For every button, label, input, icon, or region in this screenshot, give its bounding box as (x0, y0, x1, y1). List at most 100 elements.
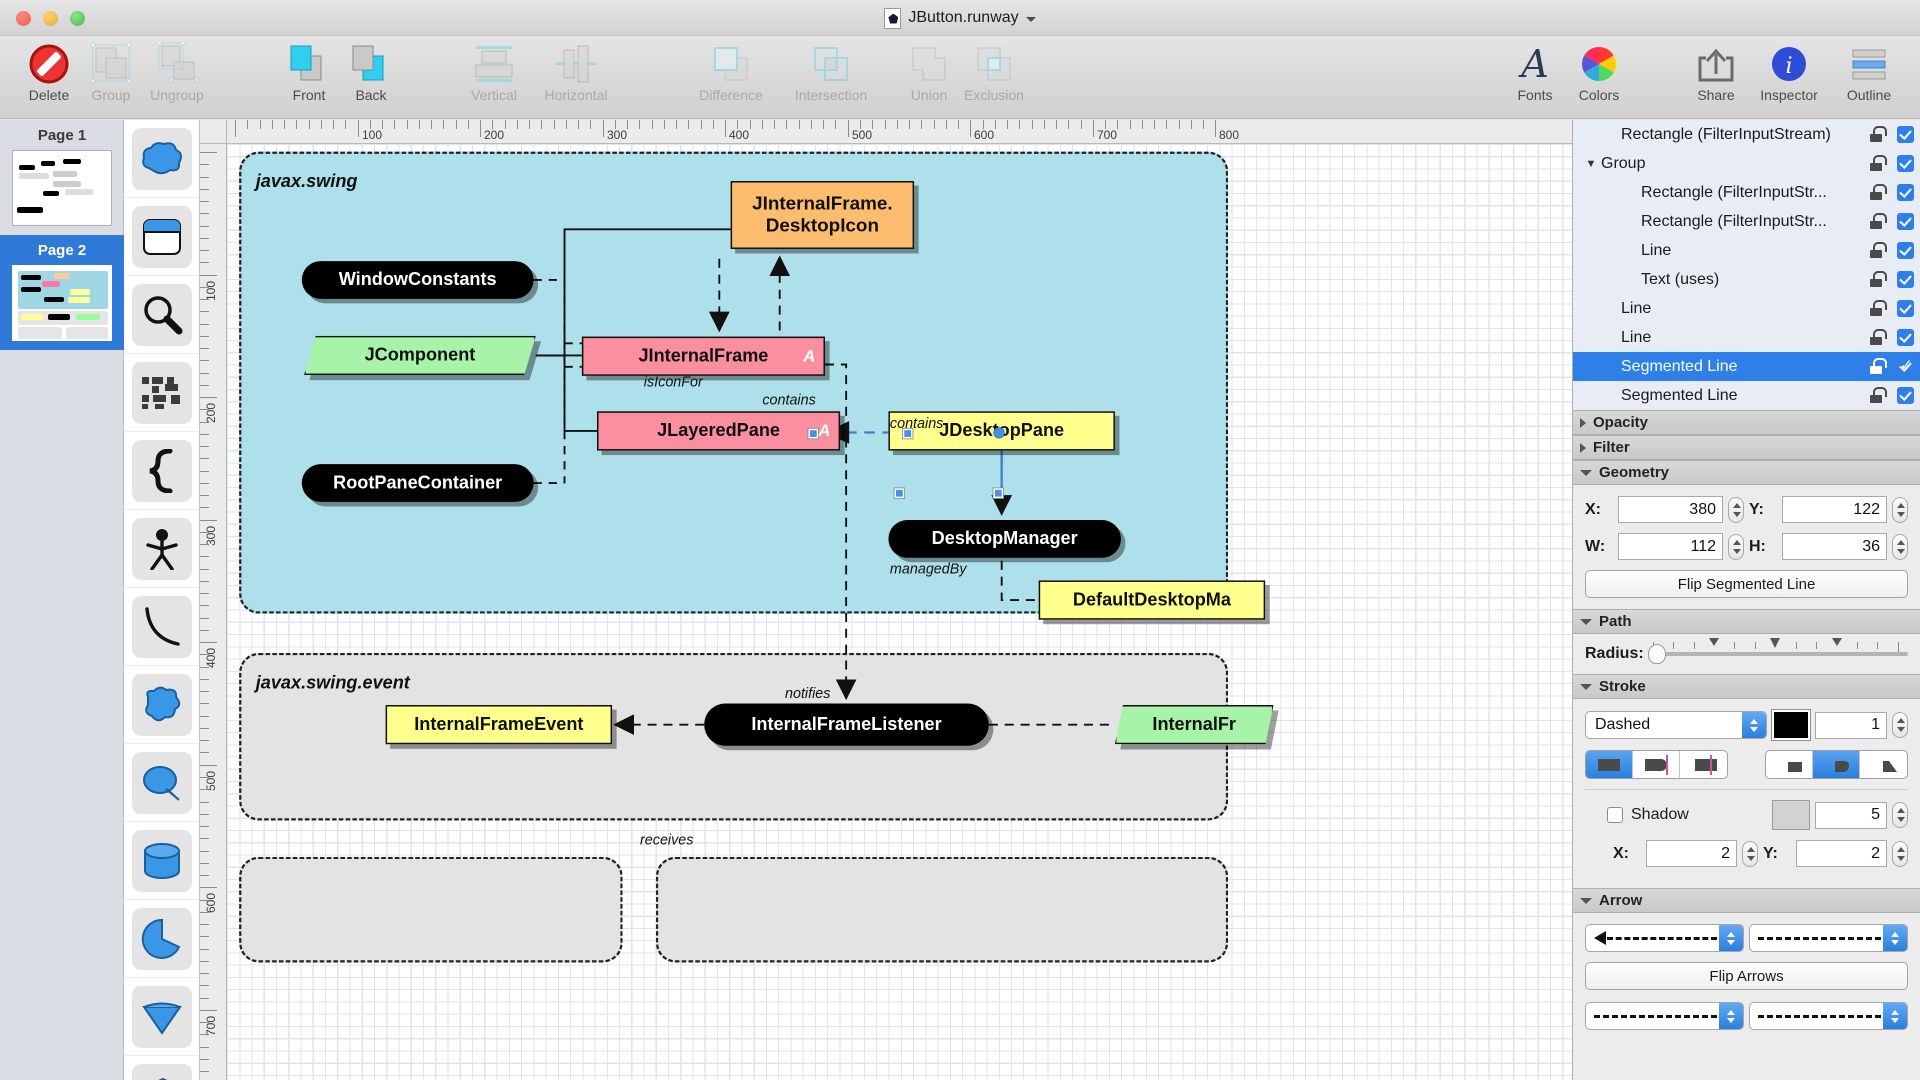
outline-row[interactable]: Text (uses) (1573, 265, 1920, 294)
outline-row[interactable]: Rectangle (FilterInputStr... (1573, 207, 1920, 236)
pie-shape-tool[interactable] (132, 908, 192, 970)
lock-icon[interactable] (1868, 185, 1885, 200)
line-cap-group[interactable] (1585, 750, 1728, 779)
magnifier-tool[interactable] (132, 284, 192, 346)
input-x[interactable]: 380 (1618, 496, 1723, 523)
outline-row[interactable]: Line (1573, 236, 1920, 265)
pixelate-tool[interactable] (132, 362, 192, 424)
diagram-node-internalfr[interactable]: InternalFr (1115, 705, 1274, 744)
stepper-h[interactable] (1892, 534, 1908, 560)
page-thumbnail-1[interactable] (12, 150, 112, 226)
outline-row[interactable]: Line (1573, 323, 1920, 352)
diagram-node-windowconstants[interactable]: WindowConstants (302, 261, 534, 299)
lock-icon[interactable] (1868, 359, 1885, 374)
page-thumbnail-2[interactable] (12, 265, 112, 341)
selection-handle[interactable] (903, 429, 913, 439)
shadow-toggle[interactable]: Shadow (1585, 806, 1767, 824)
toolbar-button-inspector[interactable]: iInspector (1750, 40, 1828, 116)
cloud-shape-tool[interactable] (132, 128, 192, 190)
toolbar-button-difference[interactable]: Difference (692, 40, 770, 116)
outline-layer-list[interactable]: Rectangle (FilterInputStream)▼GroupRecta… (1573, 120, 1920, 410)
page-item-1[interactable]: Page 1 (0, 120, 124, 235)
lock-icon[interactable] (1868, 301, 1885, 316)
cube-tool[interactable] (132, 1064, 192, 1080)
visibility-checkbox[interactable] (1897, 271, 1914, 288)
shadow-blur-stepper[interactable] (1892, 802, 1908, 828)
diagram-node-defaultdesktopma[interactable]: DefaultDesktopMa (1039, 580, 1266, 619)
toolbar-button-outline[interactable]: Outline (1830, 40, 1908, 116)
line-join-option-0[interactable] (1766, 751, 1813, 778)
arrow-start-style-select[interactable] (1585, 1002, 1744, 1030)
section-header-filter[interactable]: Filter (1573, 435, 1920, 460)
selection-handle[interactable] (993, 488, 1003, 498)
horizontal-ruler[interactable]: 100200300400500600700800 (227, 120, 1572, 144)
chevron-down-icon[interactable] (1026, 17, 1036, 22)
visibility-checkbox[interactable] (1897, 387, 1914, 404)
input-w[interactable]: 112 (1618, 533, 1723, 560)
line-join-option-2[interactable] (1860, 751, 1907, 778)
outline-row[interactable]: Line (1573, 294, 1920, 323)
toolbar-button-ungroup[interactable]: Ungroup (138, 40, 216, 116)
input-y[interactable]: 122 (1782, 496, 1887, 523)
outline-row[interactable]: Segmented Line (1573, 381, 1920, 410)
diagram-node-internalframelistener[interactable]: InternalFrameListener (704, 703, 989, 745)
diagram-node-internalframeevent[interactable]: InternalFrameEvent (386, 705, 612, 744)
outline-row[interactable]: ▼Group (1573, 149, 1920, 178)
outline-row[interactable]: Rectangle (FilterInputStr... (1573, 178, 1920, 207)
shadow-checkbox[interactable] (1607, 807, 1623, 823)
stroke-width-stepper[interactable] (1892, 712, 1908, 738)
toolbar-button-back[interactable]: Back (332, 40, 410, 116)
line-cap-option-2[interactable] (1680, 751, 1727, 778)
diagram-node-jcomponent[interactable]: JComponent (304, 336, 536, 375)
blob-shape-tool[interactable] (132, 674, 192, 736)
stepper-w[interactable] (1728, 534, 1744, 560)
section-header-path[interactable]: Path (1573, 609, 1920, 634)
input-shadow-y[interactable]: 2 (1796, 840, 1887, 867)
toolbar-button-colors[interactable]: Colors (1560, 40, 1638, 116)
stepper-y[interactable] (1892, 497, 1908, 523)
diagram-node-jinternalframe[interactable]: JInternalFrameA (582, 337, 825, 376)
section-header-opacity[interactable]: Opacity (1573, 410, 1920, 435)
visibility-checkbox[interactable] (1897, 213, 1914, 230)
visibility-checkbox[interactable] (1897, 329, 1914, 346)
toolbar-button-share[interactable]: Share (1677, 40, 1755, 116)
diagram-node-desktopmanager[interactable]: DesktopManager (888, 520, 1121, 558)
diagram-node-jinternalframe-desktopicon[interactable]: JInternalFrame. DesktopIcon (731, 181, 914, 249)
arc-tool[interactable] (132, 596, 192, 658)
selection-handle[interactable] (993, 427, 1004, 438)
flip-arrows-button[interactable]: Flip Arrows (1585, 962, 1908, 990)
vertical-ruler[interactable]: 100200300400500600700800900 (200, 144, 227, 1080)
stepper-x[interactable] (1728, 497, 1744, 523)
shadow-blur-input[interactable]: 5 (1815, 802, 1887, 829)
line-cap-option-0[interactable] (1586, 751, 1633, 778)
diagram-canvas[interactable]: javax.swingjavax.swing.eventWindowConsta… (227, 144, 1278, 969)
lock-icon[interactable] (1868, 156, 1885, 171)
outline-row[interactable]: Segmented Line✓ (1573, 352, 1920, 381)
radius-slider[interactable] (1653, 652, 1908, 656)
toolbar-button-exclusion[interactable]: Exclusion (955, 40, 1033, 116)
visibility-checkbox[interactable] (1897, 126, 1914, 143)
section-header-stroke[interactable]: Stroke (1573, 674, 1920, 699)
outline-row[interactable]: Rectangle (FilterInputStream) (1573, 120, 1920, 149)
diagram-node-jlayeredpane[interactable]: JLayeredPaneA (597, 411, 840, 450)
canvas-viewport[interactable]: javax.swingjavax.swing.eventWindowConsta… (227, 144, 1572, 1080)
stepper-shadow-y[interactable] (1892, 841, 1908, 867)
line-cap-option-1[interactable] (1633, 751, 1680, 778)
section-header-geometry[interactable]: Geometry (1573, 460, 1920, 485)
radius-slider-knob[interactable] (1648, 644, 1666, 664)
arrow-end-select[interactable] (1749, 924, 1908, 952)
stroke-width-input[interactable]: 1 (1815, 712, 1887, 739)
arrow-end-style-select[interactable] (1749, 1002, 1908, 1030)
stepper-shadow-x[interactable] (1742, 841, 1758, 867)
lock-icon[interactable] (1868, 272, 1885, 287)
visibility-checkbox[interactable] (1897, 155, 1914, 172)
stroke-style-select[interactable]: Dashed (1585, 711, 1767, 739)
window-shape-tool[interactable] (132, 206, 192, 268)
lock-icon[interactable] (1868, 388, 1885, 403)
page-item-2[interactable]: Page 2 (0, 235, 124, 350)
line-join-option-1[interactable] (1813, 751, 1860, 778)
diagram-node-rootpanecontainer[interactable]: RootPaneContainer (302, 464, 534, 502)
visibility-checkbox[interactable] (1897, 300, 1914, 317)
visibility-checkbox[interactable]: ✓ (1897, 358, 1914, 375)
input-shadow-x[interactable]: 2 (1646, 840, 1737, 867)
